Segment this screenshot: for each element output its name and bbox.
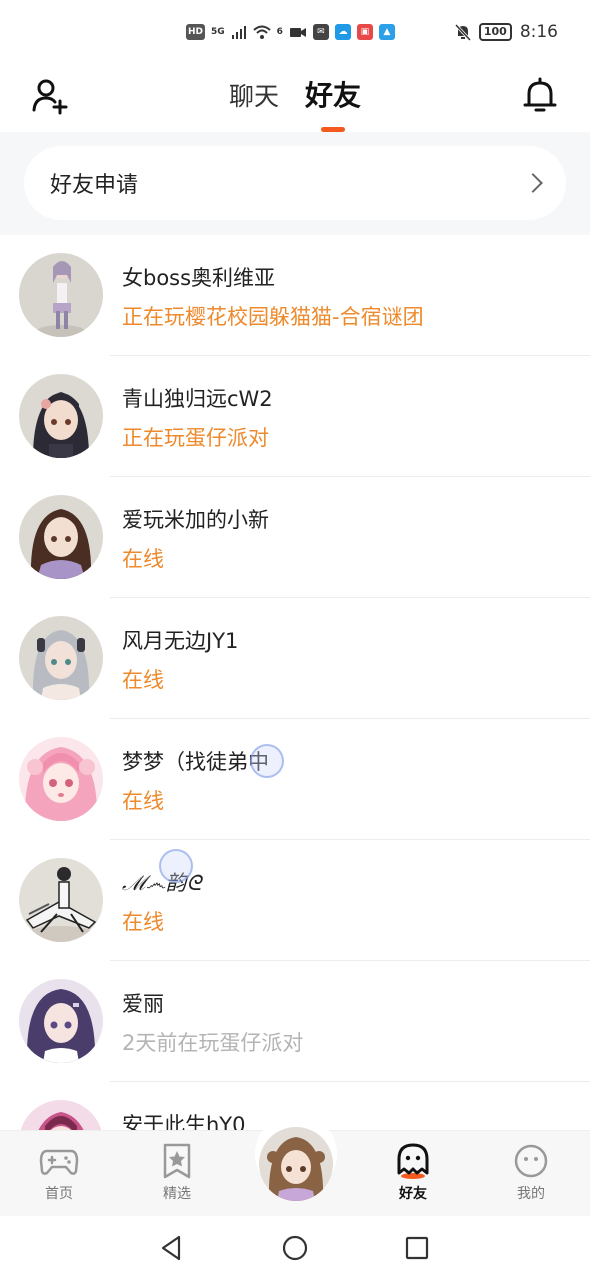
star-badge-icon: [163, 1143, 191, 1179]
nav-label: 首页: [45, 1186, 73, 1202]
friend-name: 爱玩米加的小新: [122, 508, 269, 532]
top-bar: 聊天 好友: [0, 64, 590, 132]
friend-info: ℳ෴韵ᘓ 在线: [122, 868, 590, 937]
friend-status: 在线: [122, 668, 164, 692]
friend-request-section: 好友申请: [0, 132, 590, 235]
avatar: [19, 979, 103, 1063]
bottom-nav: 首页 精选 好友 我的: [0, 1113, 590, 1216]
gamepad-icon: [39, 1149, 79, 1175]
friend-list: 女boss奥利维亚 正在玩樱花校园躲猫猫-合宿谜团 青山独归远cW2 正在玩蛋仔…: [0, 235, 590, 1130]
clock: 8:16: [519, 22, 558, 42]
network-6-label: 6: [276, 27, 283, 37]
friend-name: 女boss奥利维亚: [122, 266, 276, 290]
network-5g-label: 5G: [211, 27, 225, 37]
home-icon[interactable]: [279, 1232, 311, 1264]
book-app-icon: ▣: [356, 24, 373, 40]
friend-info: 爱玩米加的小新 在线: [122, 505, 590, 574]
friend-status: 在线: [122, 789, 164, 813]
avatar: [19, 495, 103, 579]
friend-row[interactable]: 梦梦（找徒弟中 在线: [0, 719, 590, 840]
smiley-icon: [514, 1144, 548, 1178]
friend-row[interactable]: 青山独归远cW2 正在玩蛋仔派对: [0, 356, 590, 477]
friend-name: ℳ෴韵ᘓ: [122, 871, 202, 895]
friend-row[interactable]: 女boss奥利维亚 正在玩樱花校园躲猫猫-合宿谜团: [0, 235, 590, 356]
app-notification-icon: ✉: [312, 24, 329, 40]
friend-status: 在线: [122, 547, 164, 571]
chevron-right-icon: [523, 173, 543, 193]
nav-item-me[interactable]: 我的: [491, 1143, 571, 1203]
mute-bell-icon: [454, 23, 471, 41]
avatar: [19, 374, 103, 458]
avatar: [19, 1100, 103, 1130]
nav-label: 我的: [517, 1186, 545, 1202]
friend-info: 安于此生hY0: [122, 1110, 590, 1130]
friend-info: 女boss奥利维亚 正在玩樱花校园躲猫猫-合宿谜团: [122, 263, 590, 332]
friend-name: 梦梦（找徒弟中: [122, 750, 269, 774]
education-app-icon: ▲: [378, 24, 395, 40]
tab-group: 聊天 好友: [0, 74, 590, 114]
friend-row[interactable]: ℳ෴韵ᘓ 在线: [0, 840, 590, 961]
friend-name: 风月无边JY1: [122, 629, 239, 653]
touch-indicator: [250, 744, 284, 778]
friend-status: 正在玩樱花校园躲猫猫-合宿谜团: [122, 305, 424, 329]
nav-item-home[interactable]: 首页: [19, 1143, 99, 1203]
friend-info: 梦梦（找徒弟中 在线: [122, 747, 590, 816]
tab-chat[interactable]: 聊天: [229, 77, 279, 113]
wifi-icon: [253, 25, 271, 39]
friend-request-button[interactable]: 好友申请: [24, 146, 566, 220]
signal-icon: [231, 26, 246, 39]
nav-item-featured[interactable]: 精选: [137, 1143, 217, 1203]
back-icon[interactable]: [155, 1232, 187, 1264]
ghost-icon: [397, 1143, 429, 1179]
battery-indicator: 100: [478, 23, 512, 41]
friend-row[interactable]: 爱丽 2天前在玩蛋仔派对: [0, 961, 590, 1082]
friend-request-label: 好友申请: [50, 173, 139, 198]
friend-status: 2天前在玩蛋仔派对: [122, 1031, 304, 1055]
friend-info: 青山独归远cW2 正在玩蛋仔派对: [122, 384, 590, 453]
nav-item-friends[interactable]: 好友: [373, 1143, 453, 1203]
status-icons: HD 5G 6 ✉ ☁ ▣ ▲: [186, 24, 395, 40]
friend-name: 安于此生hY0: [122, 1113, 246, 1130]
friend-status: 正在玩蛋仔派对: [122, 426, 269, 450]
camera-icon: [289, 28, 306, 37]
system-nav-bar: [0, 1216, 590, 1280]
friend-info: 爱丽 2天前在玩蛋仔派对: [122, 989, 590, 1058]
friend-status: 在线: [122, 910, 164, 934]
friend-info: 风月无边JY1 在线: [122, 626, 590, 695]
nav-label: 好友: [399, 1186, 427, 1202]
nav-label: 精选: [163, 1186, 191, 1202]
status-bar: HD 5G 6 ✉ ☁ ▣ ▲ 100 8:16: [0, 0, 590, 64]
hd-badge: HD: [186, 24, 206, 40]
recents-icon[interactable]: [401, 1232, 433, 1264]
cloud-app-icon: ☁: [334, 24, 351, 40]
touch-indicator: [159, 849, 193, 883]
friend-name: 青山独归远cW2: [122, 387, 273, 411]
center-avatar-button[interactable]: [259, 1127, 333, 1201]
status-right: 100 8:16: [454, 22, 558, 42]
friend-row[interactable]: 风月无边JY1 在线: [0, 598, 590, 719]
tab-friends[interactable]: 好友: [305, 74, 361, 114]
avatar: [19, 616, 103, 700]
bell-icon[interactable]: [520, 76, 560, 116]
avatar: [19, 737, 103, 821]
avatar: [19, 858, 103, 942]
friend-row[interactable]: 爱玩米加的小新 在线: [0, 477, 590, 598]
friend-name: 爱丽: [122, 992, 164, 1016]
avatar: [19, 253, 103, 337]
